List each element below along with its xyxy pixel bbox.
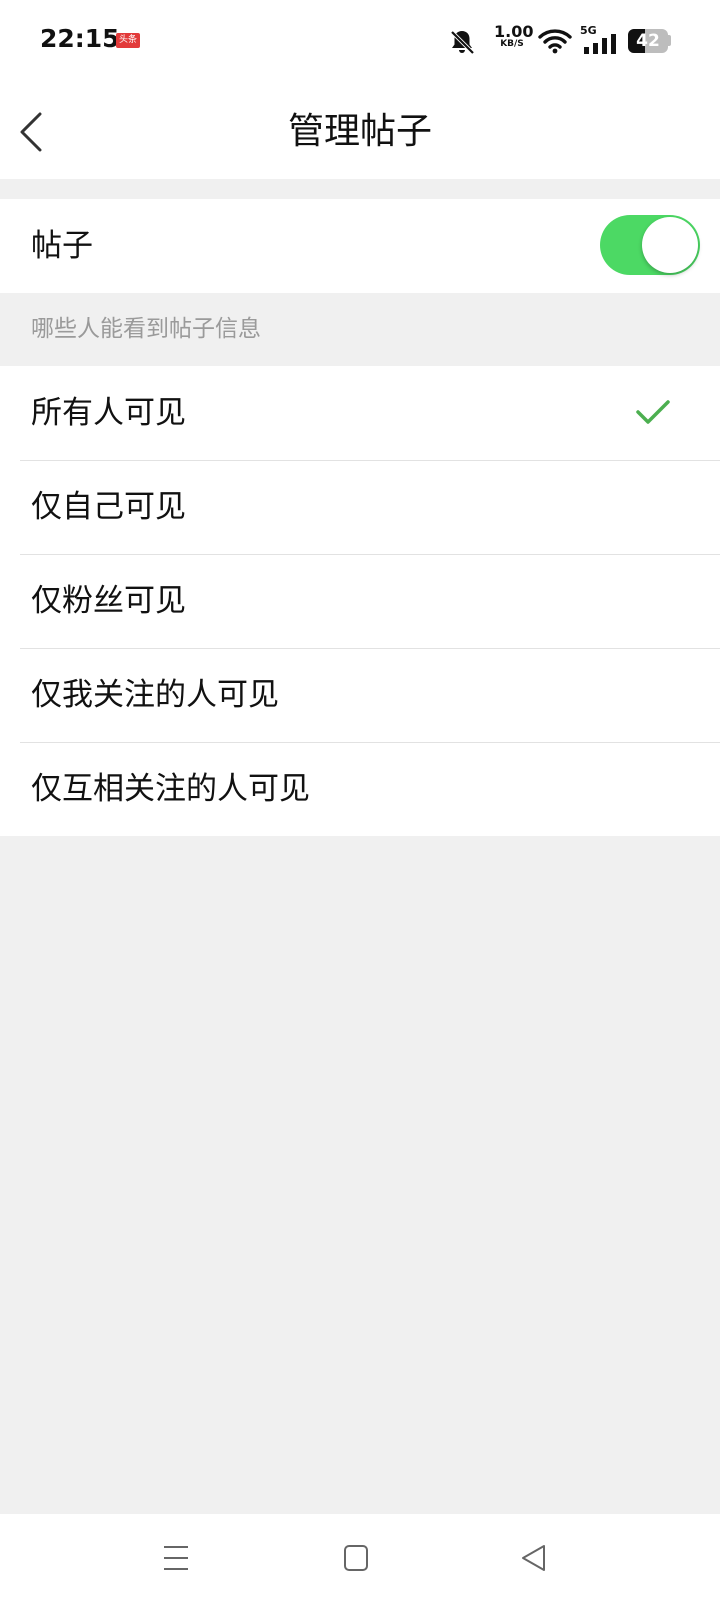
- back-triangle-icon[interactable]: [518, 1542, 550, 1574]
- option-people-i-follow[interactable]: 仅我关注的人可见: [0, 648, 720, 742]
- option-mutual-follows[interactable]: 仅互相关注的人可见: [0, 742, 720, 836]
- option-only-me[interactable]: 仅自己可见: [0, 460, 720, 554]
- option-followers-only[interactable]: 仅粉丝可见: [0, 554, 720, 648]
- option-label: 所有人可见: [31, 395, 186, 431]
- battery-level: 42: [636, 31, 660, 51]
- wifi-icon: [538, 29, 572, 54]
- home-icon[interactable]: [340, 1542, 372, 1574]
- network-speed: 1.00 KB/S: [494, 22, 534, 50]
- cellular-signal-icon: [584, 34, 616, 54]
- status-time: 22:15: [40, 24, 120, 53]
- menu-icon[interactable]: [160, 1542, 192, 1574]
- network-speed-value: 1.00: [494, 22, 534, 41]
- post-toggle-label: 帖子: [31, 228, 93, 264]
- checkmark-icon: [636, 400, 670, 424]
- app-notification-badge: 头条: [116, 33, 140, 48]
- option-label: 仅我关注的人可见: [31, 677, 279, 713]
- page-header: 管理帖子: [0, 84, 720, 179]
- option-label: 仅互相关注的人可见: [31, 771, 310, 807]
- option-label: 仅粉丝可见: [31, 583, 186, 619]
- option-label: 仅自己可见: [31, 489, 186, 525]
- battery-icon: 42: [628, 29, 668, 53]
- visibility-options-list: 所有人可见 仅自己可见 仅粉丝可见 仅我关注的人可见 仅互相关注的人可见: [0, 366, 720, 836]
- page-title: 管理帖子: [287, 111, 432, 152]
- visibility-section-hint: 哪些人能看到帖子信息: [31, 316, 261, 342]
- system-nav-bar: [0, 1514, 720, 1604]
- mute-bell-icon: [450, 30, 475, 55]
- back-button[interactable]: [16, 110, 48, 154]
- status-bar: 22:15 头条 1.00 KB/S 5G 42: [0, 0, 720, 84]
- option-everyone[interactable]: 所有人可见: [0, 366, 720, 460]
- post-toggle-switch[interactable]: [600, 215, 700, 275]
- post-toggle-row: 帖子: [0, 199, 720, 293]
- battery-tip: [668, 35, 671, 46]
- toggle-knob: [642, 217, 698, 273]
- chevron-left-icon: [20, 112, 42, 152]
